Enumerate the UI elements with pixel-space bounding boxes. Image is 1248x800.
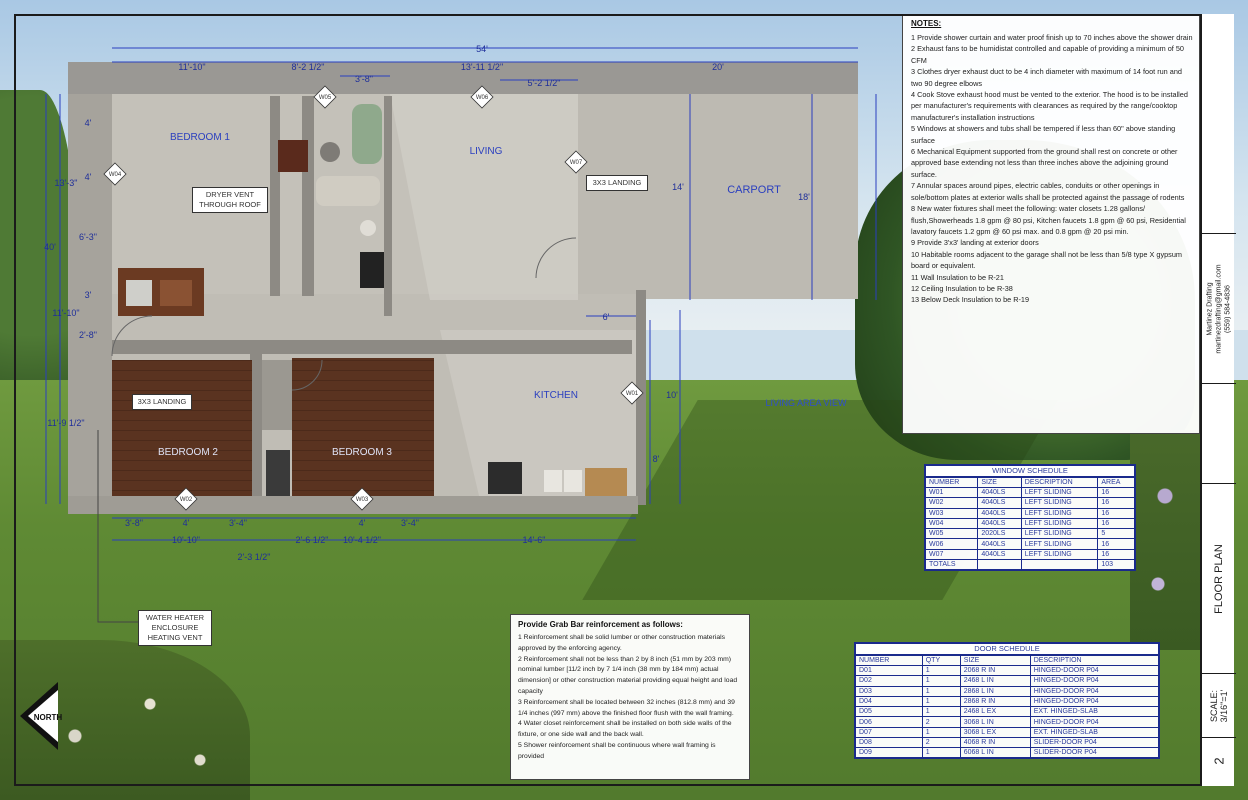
- sheet-title: FLOOR PLAN: [1213, 543, 1225, 614]
- company-email: martinezdrafting@gmail.com: [1215, 263, 1223, 354]
- scale-label: SCALE:: [1209, 689, 1219, 722]
- title-block-sheet-number: 2: [1202, 738, 1236, 784]
- sheet-number: 2: [1211, 757, 1227, 765]
- company-phone: (559) 584-4836: [1224, 284, 1232, 333]
- title-block-company: Martinez Drafting martinezdrafting@gmail…: [1202, 234, 1236, 384]
- title-block-blank: [1202, 14, 1236, 234]
- sheet-border: [14, 14, 1234, 786]
- title-block: Martinez Drafting martinezdrafting@gmail…: [1200, 14, 1236, 786]
- company-name: Martinez Drafting: [1206, 281, 1214, 336]
- title-block-blank-2: [1202, 384, 1236, 484]
- scale-info: SCALE: 3/16"=1': [1209, 689, 1229, 722]
- title-block-scale: SCALE: 3/16"=1': [1202, 674, 1236, 738]
- scale-value: 3/16"=1': [1219, 689, 1229, 722]
- company-info: Martinez Drafting martinezdrafting@gmail…: [1206, 264, 1233, 353]
- title-block-sheet-title: FLOOR PLAN: [1202, 484, 1236, 674]
